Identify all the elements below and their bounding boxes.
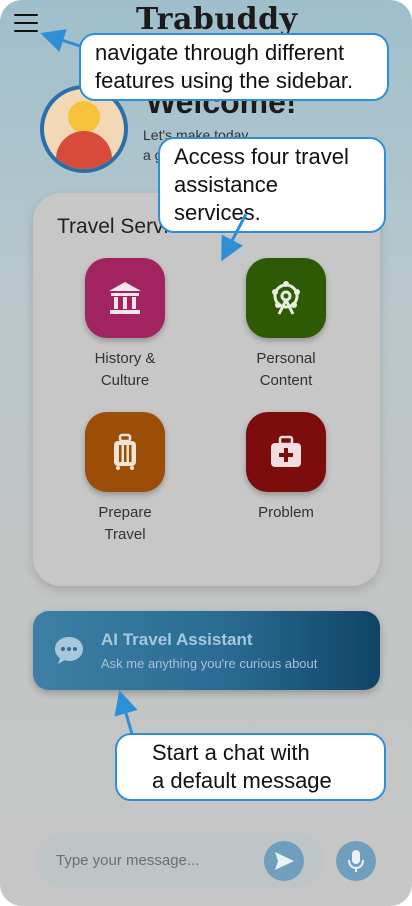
app-title: Trabuddy — [136, 2, 298, 37]
service-label-line1: Problem — [258, 504, 314, 521]
send-icon — [275, 852, 294, 870]
service-history-culture[interactable]: History & Culture — [60, 258, 190, 392]
callout-text-line1: navigate through different — [95, 40, 345, 65]
callout-sidebar: navigate through different features usin… — [79, 33, 389, 101]
callout-services: Access four travel assistance services. — [158, 137, 386, 233]
service-label-line1: Prepare — [98, 504, 152, 521]
service-label: History & Culture — [60, 348, 190, 392]
callout-text-line1: Access four travel — [174, 144, 349, 169]
service-personal-content[interactable]: Personal Content — [221, 258, 351, 392]
callout-text-line2: a default message — [152, 768, 332, 793]
callout-text-line1: Start a chat with — [152, 740, 310, 765]
callout-text-line2: assistance services. — [174, 172, 278, 225]
ferris-wheel-icon — [246, 258, 326, 338]
hamburger-menu-icon[interactable] — [14, 14, 38, 36]
travel-services-card: Travel Services History & Culture Person… — [33, 193, 380, 586]
service-prepare-travel[interactable]: Prepare Travel — [60, 412, 190, 546]
ai-travel-assistant-button[interactable]: AI Travel Assistant Ask me anything you'… — [33, 611, 380, 690]
microphone-button[interactable] — [336, 841, 376, 881]
microphone-icon — [348, 850, 364, 872]
callout-chat: Start a chat with a default message — [115, 733, 386, 801]
send-button[interactable] — [264, 841, 304, 881]
service-label-line1: History & — [94, 350, 156, 367]
first-aid-kit-icon — [246, 412, 326, 492]
service-label-line2: Content — [259, 372, 313, 389]
avatar-image — [44, 89, 124, 169]
museum-icon — [85, 258, 165, 338]
assistant-title: AI Travel Assistant — [101, 630, 253, 649]
message-input[interactable] — [56, 842, 256, 878]
service-problem[interactable]: Problem — [221, 412, 351, 524]
luggage-icon — [85, 412, 165, 492]
service-label: Problem — [221, 502, 351, 524]
chat-bubble-icon — [53, 635, 85, 665]
service-label: Prepare Travel — [60, 502, 190, 546]
service-label-line1: Personal — [256, 350, 316, 367]
callout-text-line2: features using the sidebar. — [95, 68, 354, 93]
assistant-subtitle: Ask me anything you're curious about — [101, 656, 318, 671]
service-label-line2: Culture — [100, 372, 150, 389]
service-label-line2: Travel — [104, 526, 146, 543]
service-label: Personal Content — [221, 348, 351, 392]
